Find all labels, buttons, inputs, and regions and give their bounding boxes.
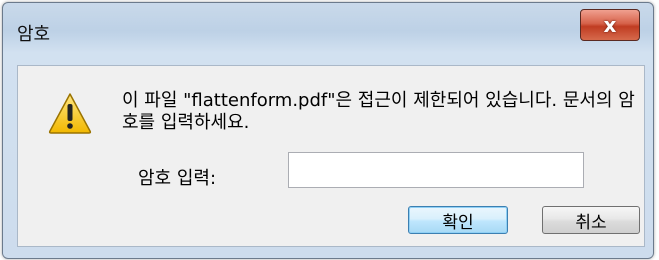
cancel-button[interactable]: 취소 [542, 206, 640, 234]
window-title: 암호 [17, 24, 51, 45]
close-icon: x [603, 13, 617, 37]
warning-icon [48, 93, 92, 134]
password-dialog: 암호 x 이 파일 "flattenform.pdf"은 접근이 제한되어 있습… [2, 2, 654, 259]
title-bar[interactable]: 암호 x [3, 3, 653, 51]
password-label: 암호 입력: [138, 168, 217, 189]
close-button[interactable]: x [580, 9, 640, 41]
password-input[interactable] [288, 152, 584, 188]
ok-button[interactable]: 확인 [408, 206, 508, 234]
dialog-message: 이 파일 "flattenform.pdf"은 접근이 제한되어 있습니다. 문… [122, 90, 635, 133]
dialog-body: 이 파일 "flattenform.pdf"은 접근이 제한되어 있습니다. 문… [17, 65, 645, 247]
